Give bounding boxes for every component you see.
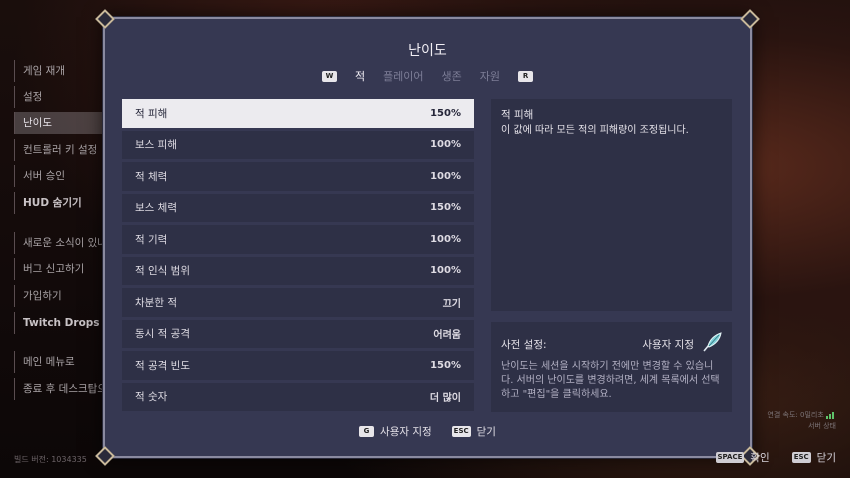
setting-row-enemy-perception[interactable]: 적 인식 범위 100% (122, 256, 474, 285)
network-status: 연결 속도: 0밀리초 서버 상태 (767, 410, 836, 432)
hud-close-button[interactable]: 닫기 (817, 450, 836, 465)
custom-key[interactable]: G (359, 426, 375, 437)
tab-prev-key[interactable]: W (321, 70, 337, 82)
setting-value: 150% (430, 359, 461, 371)
setting-row-calm-enemies[interactable]: 차분한 적 끄기 (122, 288, 474, 317)
setting-label: 적 숫자 (135, 391, 168, 404)
setting-value: 100% (430, 139, 461, 151)
setting-label: 보스 피해 (135, 139, 177, 152)
setting-row-enemy-stamina[interactable]: 적 기력 100% (122, 225, 474, 254)
setting-value: 더 많이 (429, 393, 461, 405)
setting-label: 보스 체력 (135, 202, 177, 215)
setting-value: 어려움 (433, 330, 461, 342)
setting-row-simultaneous-attacks[interactable]: 동시 적 공격 어려움 (122, 319, 474, 348)
setting-row-enemy-health[interactable]: 적 체력 100% (122, 162, 474, 191)
network-label: 연결 속도: 0밀리초 (767, 411, 824, 419)
setting-row-attack-frequency[interactable]: 적 공격 빈도 150% (122, 351, 474, 380)
tab-resources[interactable]: 자원 (480, 68, 500, 84)
tab-next-key[interactable]: R (518, 70, 534, 82)
setting-value: 100% (430, 265, 461, 277)
tab-enemy[interactable]: 적 (355, 68, 365, 84)
preset-label: 사전 설정: (501, 339, 547, 351)
setting-label: 차분한 적 (135, 296, 177, 309)
setting-label: 적 기력 (135, 233, 168, 246)
dialog-footer: G 사용자 지정 ESC 닫기 (105, 424, 750, 439)
confirm-key[interactable]: SPACE (715, 452, 745, 463)
tab-survival[interactable]: 생존 (442, 68, 462, 84)
settings-list: 적 피해 150% 보스 피해 100% 적 체력 100% 보스 체력 150… (122, 99, 474, 414)
server-label: 서버 상태 (808, 422, 836, 430)
description-text: 이 값에 따라 모든 적의 피해량이 조정됩니다. (501, 125, 689, 136)
setting-row-boss-health[interactable]: 보스 체력 150% (122, 193, 474, 222)
setting-label: 적 인식 범위 (135, 265, 190, 278)
tab-bar: W 적 플레이어 생존 자원 R (105, 68, 750, 84)
custom-button[interactable]: 사용자 지정 (380, 424, 432, 439)
tab-player[interactable]: 플레이어 (383, 68, 423, 84)
setting-row-enemy-damage[interactable]: 적 피해 150% (122, 99, 474, 128)
preset-panel: 사전 설정: 사용자 지정 난이도는 세션을 시작하기 전에만 변경할 수 있습… (491, 322, 732, 412)
preset-value: 사용자 지정 (642, 339, 694, 351)
setting-label: 적 피해 (135, 107, 168, 120)
setting-value: 100% (430, 170, 461, 182)
setting-value: 150% (430, 202, 461, 214)
setting-value: 끄기 (442, 298, 461, 310)
setting-row-boss-damage[interactable]: 보스 피해 100% (122, 130, 474, 159)
build-version: 빌드 버전: 1034335 (14, 455, 87, 464)
close-key[interactable]: ESC (451, 426, 471, 437)
close-button[interactable]: 닫기 (477, 424, 496, 439)
setting-row-enemy-count[interactable]: 적 숫자 더 많이 (122, 382, 474, 411)
description-panel: 적 피해 이 값에 따라 모든 적의 피해량이 조정됩니다. (491, 99, 732, 311)
feather-quill-icon (703, 332, 722, 352)
corner-ornament (740, 9, 760, 29)
preset-note: 난이도는 세션을 시작하기 전에만 변경할 수 있습니다. 서버의 난이도를 변… (501, 361, 720, 400)
description-title: 적 피해 (501, 109, 534, 121)
hud-close-key[interactable]: ESC (791, 452, 811, 463)
bottom-controls: SPACE 확인 ESC 닫기 (715, 450, 836, 465)
setting-label: 동시 적 공격 (135, 328, 190, 341)
setting-value: 150% (430, 107, 461, 119)
confirm-button[interactable]: 확인 (750, 450, 769, 465)
signal-icon (826, 411, 836, 419)
setting-label: 적 공격 빈도 (135, 359, 190, 372)
difficulty-dialog: 난이도 W 적 플레이어 생존 자원 R 적 피해 150% 보스 피해 100… (95, 9, 760, 466)
setting-value: 100% (430, 233, 461, 245)
dialog-title: 난이도 (408, 43, 447, 59)
setting-label: 적 체력 (135, 170, 168, 183)
background-pause-menu: 게임 재개 설정 난이도 컨트롤러 키 설정 서버 승인 HUD 숨기기 새로운… (0, 0, 119, 478)
